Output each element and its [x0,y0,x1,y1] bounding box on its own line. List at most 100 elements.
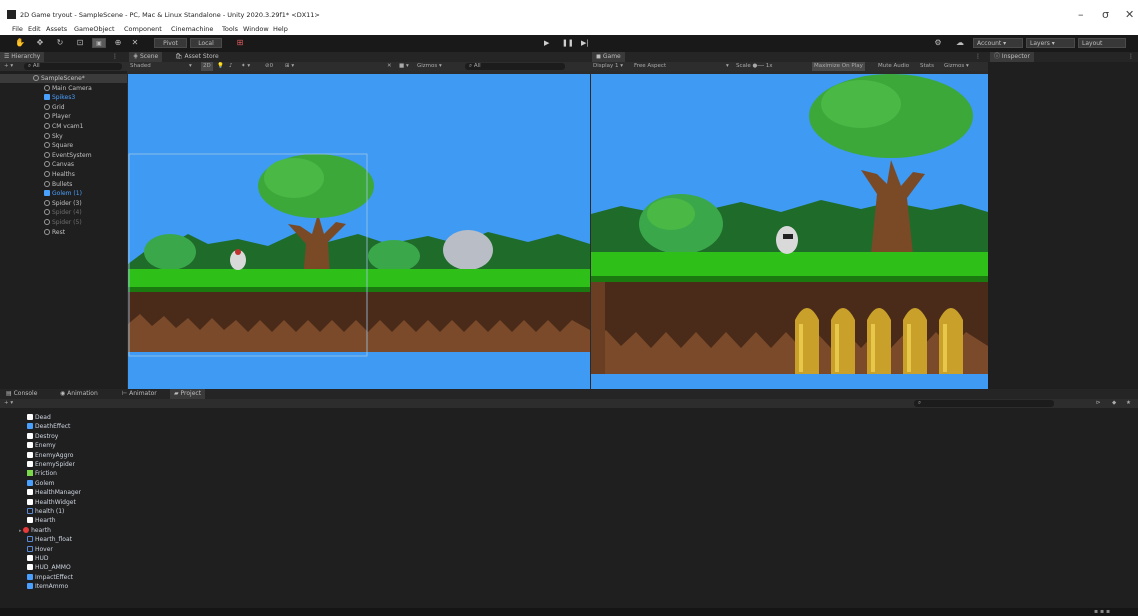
menu-file[interactable]: File [12,25,23,33]
hierarchy-item[interactable]: Grid [44,103,65,112]
hierarchy-item[interactable]: Spider (3) [44,199,82,208]
menu-assets[interactable]: Assets [46,25,67,33]
local-toggle[interactable]: Local [190,38,222,48]
tab-asset-store[interactable]: 🛍 Asset Store [171,52,223,62]
play-button[interactable]: ▶ [544,39,549,47]
scene-search-input[interactable]: ⌕ All [465,63,565,70]
project-item[interactable]: HUD_AMMO [27,563,71,572]
favorite-icon[interactable]: ★ [1126,399,1131,408]
tab-animator[interactable]: ⊢ Animator [118,389,161,399]
lock-icon[interactable]: ⋮ [112,52,118,62]
pivot-toggle[interactable]: Pivot [154,38,187,48]
hierarchy-item[interactable]: Healths [44,170,75,179]
move-tool-icon[interactable]: ✥ [34,38,46,48]
tools-icon[interactable]: ✕ [387,62,392,71]
game-gizmos-toggle[interactable]: Gizmos ▾ [944,62,969,71]
scene-root-row[interactable]: SampleScene* [0,74,127,83]
hierarchy-item[interactable]: Canvas [44,160,74,169]
menu-window[interactable]: Window [243,25,269,33]
tab-scene[interactable]: ⋕ Scene [129,52,163,62]
hierarchy-item[interactable]: Square [44,141,73,150]
project-item[interactable]: ItemAmmo [27,582,68,591]
hierarchy-item[interactable]: Rest [44,228,65,237]
project-item[interactable]: DeathEffect [27,422,70,431]
hidden-objects-icon[interactable]: ⊘0 [265,62,273,71]
project-item[interactable]: EnemyAggro [27,451,73,460]
menu-tools[interactable]: Tools [222,25,238,33]
menu-gameobject[interactable]: GameObject [74,25,115,33]
maximize-on-play-toggle[interactable]: Maximize On Play [812,62,865,71]
inspector-menu-icon[interactable]: ⋮ [1128,52,1134,62]
create-asset-button[interactable]: + ▾ [4,399,13,408]
filter-type-icon[interactable]: ⊳ [1096,399,1101,408]
hierarchy-item[interactable]: Sky [44,132,63,141]
tab-game[interactable]: ◼ Game [592,52,625,62]
close-icon[interactable]: ✕ [1125,8,1134,21]
project-item[interactable]: Dead [27,413,51,422]
shading-dropdown[interactable]: Shaded [130,62,151,71]
collab-icon[interactable]: ⚙ [932,38,944,48]
cloud-icon[interactable]: ☁ [954,38,966,48]
step-button[interactable]: ▶| [581,39,589,47]
tab-hierarchy[interactable]: ☰ Hierarchy [0,52,45,62]
pause-button[interactable]: ❚❚ [562,39,574,47]
project-item[interactable]: Destroy [27,432,58,441]
project-item[interactable]: Hearth [27,516,56,525]
project-item[interactable]: health (1) [27,507,64,516]
maximize-icon[interactable]: σ [1102,8,1109,21]
project-item[interactable]: ImpactEffect [27,573,73,582]
menu-edit[interactable]: Edit [28,25,41,33]
add-object-button[interactable]: + ▾ [4,62,13,71]
display-dropdown[interactable]: Display 1 ▾ [593,62,623,71]
project-item[interactable]: Hover [27,545,53,554]
aspect-dropdown[interactable]: Free Aspect [634,62,666,71]
hierarchy-item[interactable]: Bullets [44,180,72,189]
camera-icon[interactable]: ■ ▾ [399,62,409,71]
project-item[interactable]: ▸ hearth [19,526,51,535]
hierarchy-item[interactable]: Spider (5) [44,218,82,227]
tab-project[interactable]: ▰ Project [170,389,206,399]
project-item[interactable]: EnemySpider [27,460,75,469]
minimize-icon[interactable]: – [1078,8,1084,21]
menu-help[interactable]: Help [273,25,288,33]
transform-tool-icon[interactable]: ⊕ [112,38,124,48]
scene-canvas[interactable] [128,74,590,389]
hierarchy-search-input[interactable]: ⌕ All [24,63,122,70]
project-item[interactable]: HealthWidget [27,498,76,507]
project-search-input[interactable]: ⌕ [914,400,1054,407]
project-item[interactable]: Enemy [27,441,56,450]
account-dropdown[interactable]: Account ▾ [973,38,1023,48]
hierarchy-item[interactable]: Spikes3 [44,93,75,102]
project-item[interactable]: HUD [27,554,49,563]
player-sprite[interactable] [776,226,798,254]
stats-toggle[interactable]: Stats [920,62,934,71]
hierarchy-item[interactable]: Player [44,112,71,121]
audio-icon[interactable]: ♪ [229,62,233,71]
scene-viewport[interactable] [128,74,590,389]
grid-toggle-icon[interactable]: ⊞ ▾ [285,62,294,71]
project-item[interactable]: Golem [27,479,55,488]
tab-console[interactable]: ▤ Console [2,389,41,399]
grid-snap-icon[interactable]: ⊞ [234,38,246,48]
game-menu-icon[interactable]: ⋮ [975,52,981,62]
project-item[interactable]: Friction [27,469,57,478]
2d-toggle[interactable]: 2D [201,62,213,71]
tab-inspector[interactable]: ⓘ Inspector [990,52,1034,62]
hierarchy-item[interactable]: Golem (1) [44,189,82,198]
hierarchy-item[interactable]: Main Camera [44,84,92,93]
scale-tool-icon[interactable]: ⊡ [74,38,86,48]
layers-dropdown[interactable]: Layers ▾ [1026,38,1075,48]
game-viewport[interactable] [591,74,988,389]
custom-tool-icon[interactable]: ✕ [128,38,142,48]
gizmos-dropdown[interactable]: Gizmos ▾ [417,62,442,71]
filter-label-icon[interactable]: ◆ [1112,399,1116,408]
project-item[interactable]: Hearth_float [27,535,72,544]
rect-tool-icon[interactable]: ▣ [92,38,106,48]
mute-audio-toggle[interactable]: Mute Audio [878,62,909,71]
hand-tool-icon[interactable]: ✋ [14,38,26,48]
lighting-icon[interactable]: 💡 [217,62,224,71]
rotate-tool-icon[interactable]: ↻ [54,38,66,48]
hierarchy-item[interactable]: Spider (4) [44,208,82,217]
project-item[interactable]: HealthManager [27,488,81,497]
scale-slider[interactable]: Scale ●── 1x [736,62,773,71]
